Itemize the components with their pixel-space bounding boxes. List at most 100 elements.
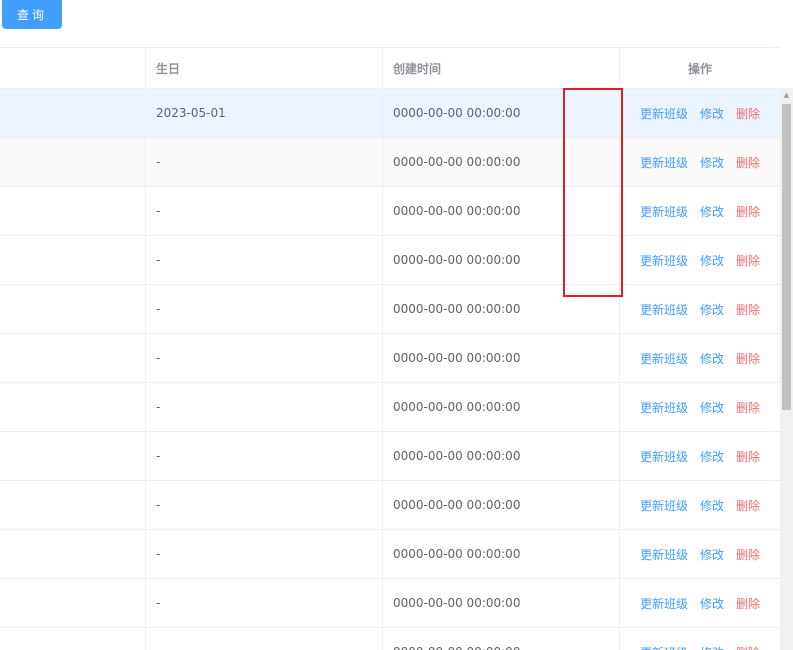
table-row[interactable]: 2023-05-01 0000-00-00 00:00:00 更新班级 修改 删除 (0, 89, 780, 138)
table-row[interactable]: -0000-00-00 00:00:00 更新班级 修改 删除 (0, 628, 780, 650)
table-row[interactable]: -0000-00-00 00:00:00更新班级修改删除 (0, 334, 780, 383)
cell-actions: 更新班级修改删除 (620, 481, 780, 529)
update-class-link[interactable]: 更新班级 (640, 546, 688, 563)
cell-name (0, 89, 146, 137)
scrollbar-thumb[interactable] (782, 104, 791, 410)
delete-link[interactable]: 删除 (736, 203, 760, 220)
edit-link[interactable]: 修改 (700, 252, 724, 269)
delete-link[interactable]: 删除 (736, 105, 760, 122)
update-class-link[interactable]: 更新班级 (640, 203, 688, 220)
cell-actions: 更新班级修改删除 (620, 236, 780, 284)
data-table: 生日 创建时间 操作 2023-05-01 0000-00-00 00:00:00… (0, 47, 780, 650)
edit-link[interactable]: 修改 (700, 644, 724, 650)
table-row[interactable]: -0000-00-00 00:00:00更新班级修改删除 (0, 236, 780, 285)
cell-actions: 更新班级修改删除 (620, 334, 780, 382)
table-row[interactable]: -0000-00-00 00:00:00更新班级修改删除 (0, 481, 780, 530)
cell-birthday: - (146, 138, 383, 186)
cell-created-time: 0000-00-00 00:00:00 (383, 236, 620, 284)
table-row[interactable]: -0000-00-00 00:00:00更新班级修改删除 (0, 138, 780, 187)
cell-created-time: 0000-00-00 00:00:00 (383, 187, 620, 235)
delete-link[interactable]: 删除 (736, 350, 760, 367)
cell-name (0, 579, 146, 627)
cell-name (0, 236, 146, 284)
edit-link[interactable]: 修改 (700, 301, 724, 318)
cell-created-time: 0000-00-00 00:00:00 (383, 383, 620, 431)
update-class-link[interactable]: 更新班级 (640, 448, 688, 465)
update-class-link[interactable]: 更新班级 (640, 595, 688, 612)
cell-created-time: 0000-00-00 00:00:00 (383, 138, 620, 186)
edit-link[interactable]: 修改 (700, 399, 724, 416)
update-class-link[interactable]: 更新班级 (640, 399, 688, 416)
cell-actions: 更新班级修改删除 (620, 579, 780, 627)
edit-link[interactable]: 修改 (700, 448, 724, 465)
delete-link[interactable]: 删除 (736, 154, 760, 171)
cell-name (0, 628, 146, 650)
cell-name (0, 383, 146, 431)
cell-actions: 更新班级 修改 删除 (620, 628, 780, 650)
update-class-link[interactable]: 更新班级 (640, 301, 688, 318)
cell-created-time: 0000-00-00 00:00:00 (383, 432, 620, 480)
delete-link[interactable]: 删除 (736, 252, 760, 269)
table-body: 2023-05-01 0000-00-00 00:00:00 更新班级 修改 删除 -00… (0, 89, 780, 650)
cell-created-time: 0000-00-00 00:00:00 (383, 334, 620, 382)
cell-birthday: - (146, 530, 383, 578)
table-row[interactable]: -0000-00-00 00:00:00更新班级修改删除 (0, 383, 780, 432)
cell-birthday: - (146, 383, 383, 431)
cell-birthday: - (146, 285, 383, 333)
cell-birthday: 2023-05-01 (146, 89, 383, 137)
cell-created-time: 0000-00-00 00:00:00 (383, 628, 620, 650)
cell-name (0, 285, 146, 333)
cell-actions: 更新班级修改删除 (620, 383, 780, 431)
table-row[interactable]: -0000-00-00 00:00:00更新班级修改删除 (0, 285, 780, 334)
update-class-link[interactable]: 更新班级 (640, 497, 688, 514)
table-row[interactable]: -0000-00-00 00:00:00更新班级修改删除 (0, 530, 780, 579)
table-row[interactable]: -0000-00-00 00:00:00更新班级修改删除 (0, 187, 780, 236)
delete-link[interactable]: 删除 (736, 497, 760, 514)
update-class-link[interactable]: 更新班级 (640, 644, 688, 650)
cell-actions: 更新班级修改删除 (620, 530, 780, 578)
cell-actions: 更新班级修改删除 (620, 187, 780, 235)
edit-link[interactable]: 修改 (700, 497, 724, 514)
delete-link[interactable]: 删除 (736, 301, 760, 318)
cell-actions: 更新班级修改删除 (620, 432, 780, 480)
cell-birthday: - (146, 187, 383, 235)
edit-link[interactable]: 修改 (700, 105, 724, 122)
edit-link[interactable]: 修改 (700, 546, 724, 563)
update-class-link[interactable]: 更新班级 (640, 105, 688, 122)
cell-birthday: - (146, 334, 383, 382)
delete-link[interactable]: 删除 (736, 595, 760, 612)
delete-link[interactable]: 删除 (736, 399, 760, 416)
cell-actions: 更新班级修改删除 (620, 138, 780, 186)
page: 查询 生日 创建时间 操作 2023-05-01 0000-00-00 00:00… (0, 0, 793, 650)
update-class-link[interactable]: 更新班级 (640, 252, 688, 269)
cell-birthday: - (146, 628, 383, 650)
edit-link[interactable]: 修改 (700, 350, 724, 367)
edit-link[interactable]: 修改 (700, 203, 724, 220)
delete-link[interactable]: 删除 (736, 448, 760, 465)
cell-created-time: 0000-00-00 00:00:00 (383, 481, 620, 529)
table-row[interactable]: -0000-00-00 00:00:00更新班级修改删除 (0, 432, 780, 481)
cell-name (0, 481, 146, 529)
delete-link[interactable]: 删除 (736, 644, 760, 650)
column-header-actions: 操作 (687, 61, 712, 76)
scroll-up-arrow-icon[interactable]: ▲ (782, 90, 791, 100)
column-header-created: 创建时间 (383, 48, 620, 88)
cell-name (0, 530, 146, 578)
table-header: 生日 创建时间 操作 (0, 48, 780, 89)
delete-link[interactable]: 删除 (736, 546, 760, 563)
cell-birthday: - (146, 432, 383, 480)
cell-created-time: 0000-00-00 00:00:00 (383, 579, 620, 627)
cell-created-time: 0000-00-00 00:00:00 (383, 530, 620, 578)
update-class-link[interactable]: 更新班级 (640, 350, 688, 367)
cell-name (0, 187, 146, 235)
query-button[interactable]: 查询 (2, 0, 62, 29)
update-class-link[interactable]: 更新班级 (640, 154, 688, 171)
edit-link[interactable]: 修改 (700, 154, 724, 171)
cell-created-time: 0000-00-00 00:00:00 (383, 89, 620, 137)
edit-link[interactable]: 修改 (700, 595, 724, 612)
cell-actions: 更新班级修改删除 (620, 89, 780, 137)
cell-name (0, 432, 146, 480)
cell-birthday: - (146, 236, 383, 284)
table-row[interactable]: -0000-00-00 00:00:00更新班级修改删除 (0, 579, 780, 628)
column-header-name (0, 48, 146, 88)
